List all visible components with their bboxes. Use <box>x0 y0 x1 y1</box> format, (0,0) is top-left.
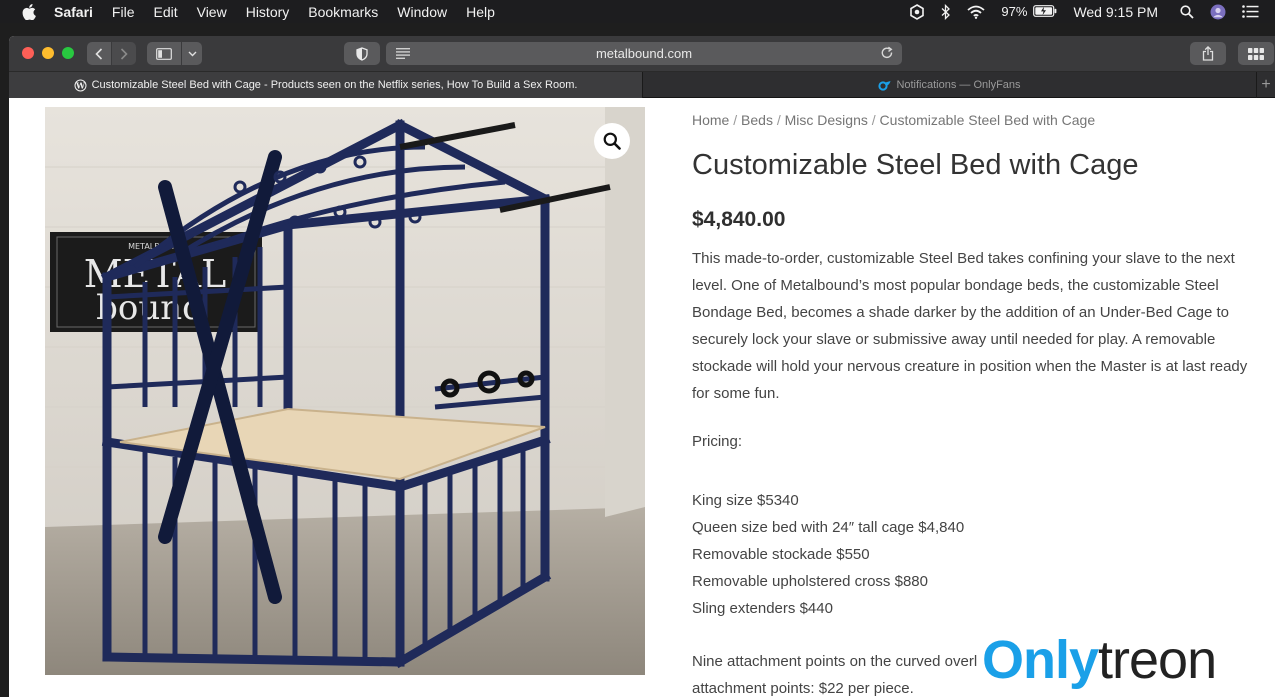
breadcrumb-current: Customizable Steel Bed with Cage <box>879 112 1096 128</box>
spotlight-search-icon[interactable] <box>1180 4 1194 19</box>
pricing-item: Removable stockade $550 <box>692 546 870 563</box>
attachment-line-2: attachment points: $22 per piece. <box>692 680 914 697</box>
tab-title: Customizable Steel Bed with Cage - Produ… <box>91 79 578 91</box>
tab-bar: W Customizable Steel Bed with Cage - Pro… <box>9 72 1275 98</box>
browser-toolbar: metalbound.com <box>9 36 1275 72</box>
magnifier-icon <box>603 132 621 150</box>
sidebar-toggle-button[interactable] <box>147 42 181 65</box>
address-bar[interactable]: metalbound.com <box>386 42 902 65</box>
forward-button[interactable] <box>112 42 136 65</box>
sidebar-dropdown-button[interactable] <box>182 42 202 65</box>
sidebar-icon <box>156 47 172 60</box>
user-avatar-icon[interactable] <box>1210 4 1226 20</box>
url-text: metalbound.com <box>595 46 693 61</box>
shield-icon <box>356 46 368 61</box>
tab-overview-icon <box>1248 47 1264 60</box>
product-description: This made-to-order, customizable Steel B… <box>692 250 1248 402</box>
pricing-label: Pricing: <box>692 433 743 450</box>
menu-history[interactable]: History <box>246 4 290 20</box>
menu-help[interactable]: Help <box>466 4 495 20</box>
window-minimize-button[interactable] <box>42 47 54 59</box>
apple-menu-icon[interactable] <box>20 3 38 21</box>
browser-window: metalbound.com W Customizable Steel Bed … <box>9 36 1275 697</box>
pricing-list: King size $5340 Queen size bed with 24″ … <box>692 487 964 622</box>
steel-bed-photo: METALBOUND METAL bound <box>45 107 645 675</box>
chevron-left-icon <box>95 47 103 60</box>
menu-app-name[interactable]: Safari <box>54 4 93 20</box>
wifi-icon[interactable] <box>967 5 985 19</box>
svg-text:W: W <box>75 80 86 90</box>
tab-overview-button[interactable] <box>1238 42 1274 65</box>
menu-file[interactable]: File <box>112 4 135 20</box>
product-title: Customizable Steel Bed with Cage <box>692 149 1139 181</box>
watermark-part-1: Only <box>982 630 1099 690</box>
attachment-line-1: Nine attachment points on the curved ove… <box>692 653 978 670</box>
chevron-down-icon <box>188 51 196 56</box>
pricing-item: Removable upholstered cross $880 <box>692 573 928 590</box>
product-image[interactable]: METALBOUND METAL bound <box>45 107 645 675</box>
battery-status[interactable]: 97% <box>1001 4 1057 20</box>
tab-notifications[interactable]: Notifications — OnlyFans <box>643 72 1257 98</box>
menu-bar: Safari File Edit View History Bookmarks … <box>0 0 1275 23</box>
pricing-item: Queen size bed with 24″ tall cage $4,840 <box>692 519 965 536</box>
watermark-part-2: treon <box>1098 630 1217 690</box>
breadcrumb-separator: / <box>776 112 781 128</box>
reload-icon[interactable] <box>880 46 894 63</box>
new-tab-button[interactable]: + <box>1257 72 1275 98</box>
web-page: METALBOUND METAL bound Home / Beds / Mis… <box>9 98 1275 697</box>
breadcrumb-misc-designs-link[interactable]: Misc Designs <box>785 112 868 128</box>
menu-edit[interactable]: Edit <box>153 4 177 20</box>
privacy-report-button[interactable] <box>344 42 380 65</box>
chevron-right-icon <box>120 47 128 60</box>
breadcrumb-beds-link[interactable]: Beds <box>741 112 773 128</box>
reader-view-icon[interactable] <box>396 47 410 62</box>
breadcrumb: Home / Beds / Misc Designs / Customizabl… <box>692 112 1095 128</box>
bluetooth-icon[interactable] <box>941 3 951 20</box>
back-button[interactable] <box>87 42 111 65</box>
menu-bookmarks[interactable]: Bookmarks <box>308 4 378 20</box>
window-zoom-button[interactable] <box>62 47 74 59</box>
menu-clock[interactable]: Wed 9:15 PM <box>1073 4 1158 20</box>
onlyfans-favicon-icon <box>878 79 891 92</box>
menu-view[interactable]: View <box>197 4 227 20</box>
pricing-item: King size $5340 <box>692 492 799 509</box>
product-price: $4,840.00 <box>692 208 786 231</box>
pricing-item: Sling extenders $440 <box>692 600 833 617</box>
window-close-button[interactable] <box>22 47 34 59</box>
share-button[interactable] <box>1190 42 1226 65</box>
tab-product-page[interactable]: W Customizable Steel Bed with Cage - Pro… <box>9 72 643 98</box>
battery-icon <box>1033 4 1057 20</box>
watermark-logo: Onlytreon <box>982 630 1217 690</box>
wordpress-favicon-icon: W <box>74 79 87 92</box>
notification-center-icon[interactable] <box>1242 5 1259 18</box>
share-icon <box>1202 46 1214 61</box>
tab-title: Notifications — OnlyFans <box>896 79 1021 91</box>
breadcrumb-home-link[interactable]: Home <box>692 112 729 128</box>
breadcrumb-separator: / <box>871 112 876 128</box>
breadcrumb-separator: / <box>733 112 738 128</box>
menu-window[interactable]: Window <box>397 4 447 20</box>
vpn-status-icon[interactable] <box>909 3 925 20</box>
battery-percent: 97% <box>1001 4 1028 19</box>
zoom-image-button[interactable] <box>594 123 630 159</box>
